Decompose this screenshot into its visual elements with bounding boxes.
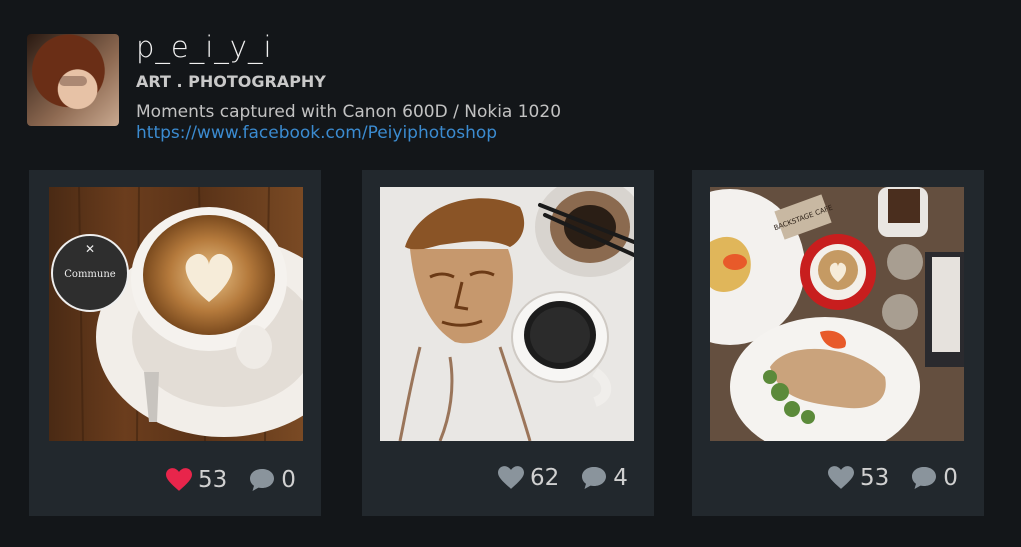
comment-icon[interactable] <box>911 466 937 490</box>
profile-info: p_e_i_y_i ART . PHOTOGRAPHY Moments capt… <box>136 28 561 144</box>
like-count: 62 <box>530 465 560 491</box>
like-count: 53 <box>860 465 890 491</box>
cafe-logo-text: Commune <box>64 269 116 280</box>
profile-link[interactable]: https://www.facebook.com/Peiyiphotoshop <box>136 122 497 144</box>
username[interactable]: p_e_i_y_i <box>136 28 561 66</box>
post-stats: 53 0 <box>828 465 958 491</box>
comment-count: 4 <box>613 465 628 491</box>
photo-cafe-brunch[interactable]: BACKSTAGE CAFE <box>710 187 964 441</box>
svg-text:✕: ✕ <box>85 242 95 256</box>
heart-icon[interactable] <box>498 466 524 490</box>
post-stats: 53 0 <box>166 467 296 493</box>
photo-card[interactable]: BACKSTAGE CAFE 53 0 <box>692 170 984 516</box>
profile-header: p_e_i_y_i ART . PHOTOGRAPHY Moments capt… <box>27 30 561 144</box>
comment-icon[interactable] <box>581 466 607 490</box>
comment-icon[interactable] <box>249 468 275 492</box>
comment-count: 0 <box>281 467 296 493</box>
photo-coffee-portrait[interactable] <box>380 187 634 441</box>
photo-coffee-latte[interactable]: Commune ✕ <box>49 187 303 441</box>
photo-card[interactable]: 62 4 <box>362 170 654 516</box>
heart-shape <box>166 468 192 491</box>
post-stats: 62 4 <box>498 465 628 491</box>
avatar[interactable] <box>27 34 119 126</box>
heart-icon[interactable] <box>828 466 854 490</box>
photo-card[interactable]: Commune ✕ 53 0 <box>29 170 321 516</box>
profile-tagline: ART . PHOTOGRAPHY <box>136 72 326 91</box>
like-count: 53 <box>198 467 228 493</box>
comment-count: 0 <box>943 465 958 491</box>
heart-icon[interactable] <box>166 468 192 492</box>
profile-bio: Moments captured with Canon 600D / Nokia… <box>136 102 562 122</box>
